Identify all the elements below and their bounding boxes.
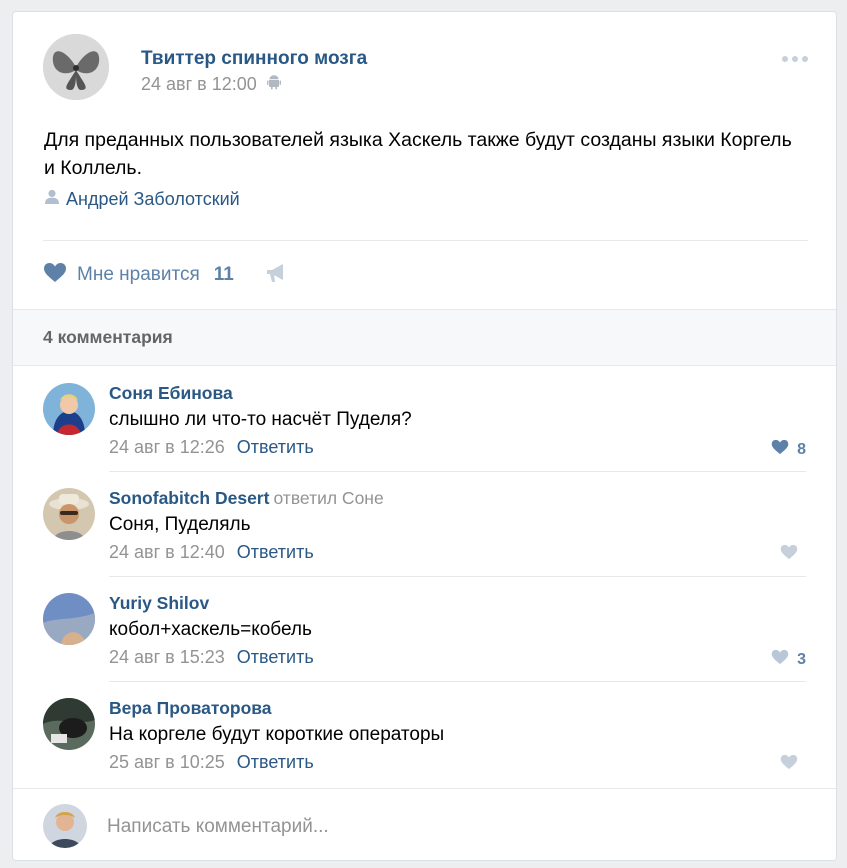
comment-meta: 25 авг в 10:25 Ответить bbox=[109, 752, 314, 773]
comment-text: кобол+хаскель=кобель bbox=[109, 619, 312, 640]
post-date-row: 24 авг в 12:00 bbox=[141, 74, 281, 95]
user-icon bbox=[44, 189, 60, 210]
comment-meta: 24 авг в 15:23 Ответить bbox=[109, 647, 314, 668]
reply-button[interactable]: Ответить bbox=[237, 437, 314, 458]
comment-like-button[interactable]: 3 bbox=[771, 649, 806, 670]
comment-item: Вера Проваторова На коргеле будут коротк… bbox=[13, 682, 836, 787]
reply-to-label[interactable]: ответил Соне bbox=[273, 488, 383, 508]
comments-header: 4 комментария bbox=[13, 309, 836, 366]
post-actions: Мне нравится 11 bbox=[43, 259, 288, 291]
comment-author[interactable]: Вера Проваторова bbox=[109, 698, 272, 719]
reply-button[interactable]: Ответить bbox=[237, 647, 314, 668]
comment-text: слышно ли что-то насчёт Пуделя? bbox=[109, 409, 412, 430]
group-avatar[interactable] bbox=[43, 34, 109, 100]
android-icon bbox=[266, 74, 281, 95]
share-button[interactable] bbox=[266, 263, 288, 288]
comment-item: Sonofabitch Desert ответил Соне Соня, Пуд… bbox=[13, 472, 836, 577]
reply-button[interactable]: Ответить bbox=[237, 752, 314, 773]
comment-composer bbox=[13, 788, 836, 860]
comment-like-count: 8 bbox=[797, 440, 806, 458]
comment-author: Sonofabitch Desert ответил Соне bbox=[109, 488, 384, 508]
comment-author[interactable]: Соня Ебинова bbox=[109, 383, 233, 404]
comment-avatar[interactable] bbox=[43, 383, 95, 435]
comment-date[interactable]: 25 авг в 10:25 bbox=[109, 752, 225, 773]
heart-icon bbox=[780, 754, 798, 775]
comments-count: 4 комментария bbox=[43, 327, 173, 347]
comment-author[interactable]: Yuriy Shilov bbox=[109, 593, 209, 614]
reply-button[interactable]: Ответить bbox=[237, 542, 314, 563]
comment-date[interactable]: 24 авг в 15:23 bbox=[109, 647, 225, 668]
post-date[interactable]: 24 авг в 12:00 bbox=[141, 74, 257, 95]
comment-like-button[interactable]: 8 bbox=[771, 439, 806, 460]
post-divider bbox=[43, 240, 808, 241]
comment-date[interactable]: 24 авг в 12:26 bbox=[109, 437, 225, 458]
comment-item: Соня Ебинова слышно ли что-то насчёт Пуд… bbox=[13, 367, 836, 472]
comment-avatar[interactable] bbox=[43, 488, 95, 540]
comment-avatar[interactable] bbox=[43, 593, 95, 645]
like-count: 11 bbox=[213, 264, 234, 285]
post-signer[interactable]: Андрей Заболотский bbox=[44, 189, 240, 210]
post-text: Для преданных пользователей языка Хаскел… bbox=[44, 129, 792, 179]
comment-item: Yuriy Shilov кобол+хаскель=кобель 24 авг… bbox=[13, 577, 836, 682]
current-user-avatar[interactable] bbox=[43, 804, 87, 848]
comment-like-button[interactable] bbox=[780, 754, 806, 775]
post-header: Твиттер спинного мозга 24 авг в 12:00 bbox=[13, 12, 836, 122]
comment-text: На коргеле будут короткие операторы bbox=[109, 724, 445, 745]
megaphone-icon bbox=[266, 263, 288, 288]
heart-icon bbox=[780, 544, 798, 565]
like-button[interactable]: Мне нравится 11 bbox=[43, 262, 234, 288]
heart-icon bbox=[771, 649, 789, 670]
signer-name[interactable]: Андрей Заболотский bbox=[66, 189, 240, 210]
comment-like-button[interactable] bbox=[780, 544, 806, 565]
heart-icon bbox=[43, 262, 67, 288]
comment-like-count: 3 bbox=[797, 650, 806, 668]
more-dots-icon bbox=[782, 56, 788, 62]
post-menu-button[interactable] bbox=[782, 56, 808, 62]
comment-input[interactable] bbox=[105, 801, 809, 853]
like-label: Мне нравится bbox=[77, 264, 200, 285]
heart-icon bbox=[771, 439, 789, 460]
post-card: Твиттер спинного мозга 24 авг в 12:00 Дл… bbox=[12, 11, 837, 861]
post-author[interactable]: Твиттер спинного мозга bbox=[141, 48, 367, 70]
comment-avatar[interactable] bbox=[43, 698, 95, 750]
comment-meta: 24 авг в 12:26 Ответить bbox=[109, 437, 314, 458]
comment-text: Соня, Пуделяль bbox=[109, 514, 251, 535]
comment-date[interactable]: 24 авг в 12:40 bbox=[109, 542, 225, 563]
comment-meta: 24 авг в 12:40 Ответить bbox=[109, 542, 314, 563]
